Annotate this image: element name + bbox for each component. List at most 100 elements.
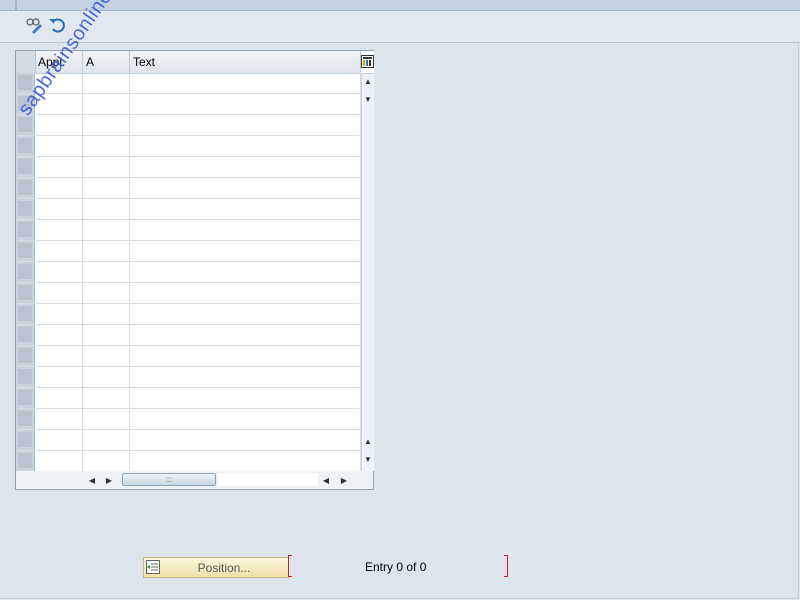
undo-icon[interactable] <box>47 15 67 35</box>
row-selector[interactable] <box>16 409 35 429</box>
table-cell[interactable] <box>83 367 130 387</box>
table-cell[interactable] <box>83 220 130 240</box>
table-cell[interactable] <box>130 115 361 135</box>
row-selector[interactable] <box>16 388 35 408</box>
scroll-left-arrow-icon[interactable]: ◀ <box>86 474 98 486</box>
layout-settings-button[interactable] <box>361 51 374 74</box>
table-cell[interactable] <box>130 241 361 261</box>
table-row[interactable] <box>16 325 361 346</box>
table-row[interactable] <box>16 220 361 241</box>
table-row[interactable] <box>16 346 361 367</box>
table-row[interactable] <box>16 388 361 409</box>
display-change-icon[interactable] <box>24 15 44 35</box>
table-cell[interactable] <box>35 178 83 198</box>
table-cell[interactable] <box>130 94 361 114</box>
row-selector[interactable] <box>16 220 35 240</box>
table-row[interactable] <box>16 304 361 325</box>
row-selector[interactable] <box>16 241 35 261</box>
table-cell[interactable] <box>83 94 130 114</box>
row-selector[interactable] <box>16 304 35 324</box>
table-cell[interactable] <box>130 451 361 471</box>
table-row[interactable] <box>16 115 361 136</box>
row-selector[interactable] <box>16 430 35 450</box>
table-row[interactable] <box>16 199 361 220</box>
table-cell[interactable] <box>83 388 130 408</box>
row-selector[interactable] <box>16 283 35 303</box>
table-cell[interactable] <box>130 199 361 219</box>
table-cell[interactable] <box>130 220 361 240</box>
table-cell[interactable] <box>35 388 83 408</box>
table-cell[interactable] <box>35 304 83 324</box>
table-cell[interactable] <box>83 346 130 366</box>
table-cell[interactable] <box>35 409 83 429</box>
table-row[interactable] <box>16 241 361 262</box>
scroll-page-down-arrow-icon[interactable]: ▼ <box>362 453 374 465</box>
column-header-a[interactable]: A <box>83 51 130 73</box>
table-cell[interactable] <box>83 262 130 282</box>
table-cell[interactable] <box>35 262 83 282</box>
table-cell[interactable] <box>130 73 361 93</box>
table-cell[interactable] <box>83 325 130 345</box>
row-selector[interactable] <box>16 367 35 387</box>
table-cell[interactable] <box>83 157 130 177</box>
row-selector[interactable] <box>16 262 35 282</box>
row-selector[interactable] <box>16 136 35 156</box>
table-cell[interactable] <box>35 136 83 156</box>
table-cell[interactable] <box>83 304 130 324</box>
table-cell[interactable] <box>35 430 83 450</box>
row-selector[interactable] <box>16 325 35 345</box>
scroll-page-up-arrow-icon[interactable]: ▲ <box>362 435 374 447</box>
table-row[interactable] <box>16 73 361 94</box>
select-all-corner[interactable] <box>16 51 36 73</box>
table-cell[interactable] <box>83 241 130 261</box>
table-cell[interactable] <box>130 157 361 177</box>
column-header-text[interactable]: Text <box>130 51 361 73</box>
scroll-up-arrow-icon[interactable]: ▲ <box>362 75 374 87</box>
table-cell[interactable] <box>83 283 130 303</box>
horizontal-scrollbar[interactable]: ◀ ▶ ::: ◀ ▶ <box>16 471 373 489</box>
horizontal-scroll-thumb[interactable]: ::: <box>122 473 216 486</box>
table-cell[interactable] <box>130 367 361 387</box>
table-cell[interactable] <box>83 199 130 219</box>
scroll-far-right-arrow-icon[interactable]: ▶ <box>338 474 350 486</box>
table-row[interactable] <box>16 178 361 199</box>
scroll-far-left-arrow-icon[interactable]: ◀ <box>320 474 332 486</box>
vertical-scrollbar[interactable]: ▲ ▼ ▲ ▼ <box>361 51 374 471</box>
table-row[interactable] <box>16 157 361 178</box>
table-cell[interactable] <box>35 346 83 366</box>
table-cell[interactable] <box>35 325 83 345</box>
table-cell[interactable] <box>83 451 130 471</box>
table-cell[interactable] <box>130 430 361 450</box>
scroll-right-arrow-icon[interactable]: ▶ <box>103 474 115 486</box>
table-cell[interactable] <box>83 136 130 156</box>
table-cell[interactable] <box>130 136 361 156</box>
table-cell[interactable] <box>83 178 130 198</box>
table-row[interactable] <box>16 283 361 304</box>
table-cell[interactable] <box>35 451 83 471</box>
table-cell[interactable] <box>130 262 361 282</box>
row-selector[interactable] <box>16 157 35 177</box>
table-row[interactable] <box>16 262 361 283</box>
table-row[interactable] <box>16 136 361 157</box>
table-cell[interactable] <box>35 199 83 219</box>
table-cell[interactable] <box>130 304 361 324</box>
table-cell[interactable] <box>35 157 83 177</box>
table-cell[interactable] <box>130 346 361 366</box>
table-cell[interactable] <box>35 241 83 261</box>
table-cell[interactable] <box>35 283 83 303</box>
table-cell[interactable] <box>35 115 83 135</box>
table-cell[interactable] <box>83 430 130 450</box>
horizontal-scroll-track[interactable] <box>218 473 318 486</box>
table-cell[interactable] <box>130 325 361 345</box>
table-row[interactable] <box>16 367 361 388</box>
table-cell[interactable] <box>83 115 130 135</box>
table-row[interactable] <box>16 451 361 471</box>
table-cell[interactable] <box>130 178 361 198</box>
row-selector[interactable] <box>16 178 35 198</box>
table-cell[interactable] <box>130 388 361 408</box>
scroll-down-arrow-icon[interactable]: ▼ <box>362 93 374 105</box>
row-selector[interactable] <box>16 346 35 366</box>
row-selector[interactable] <box>16 451 35 471</box>
row-selector[interactable] <box>16 199 35 219</box>
position-button[interactable]: Position... <box>143 557 289 578</box>
